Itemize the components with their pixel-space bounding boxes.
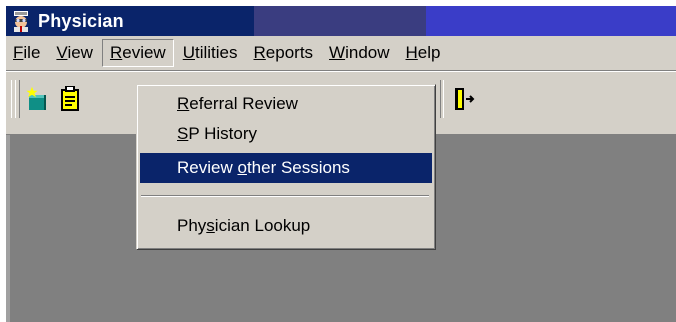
menu-item-referral-review[interactable]: Referral Review xyxy=(140,89,432,119)
workspace-edge xyxy=(6,135,10,322)
toolbar-separator xyxy=(440,80,444,118)
physician-app-icon xyxy=(10,10,32,32)
review-dropdown-menu: Referral Review SP History Review other … xyxy=(136,84,436,250)
menu-separator xyxy=(141,195,429,197)
menu-utilities[interactable]: Utilities xyxy=(176,39,245,67)
window-title: Physician xyxy=(38,10,124,31)
new-record-icon xyxy=(25,86,51,117)
menu-bar: File View Review Utilities Reports Windo… xyxy=(6,36,676,71)
menu-window[interactable]: Window xyxy=(322,39,396,67)
menu-review[interactable]: Review xyxy=(101,39,174,67)
exit-button[interactable] xyxy=(450,86,478,116)
menu-help[interactable]: Help xyxy=(399,39,448,67)
exit-door-icon xyxy=(451,85,477,118)
menu-view[interactable]: View xyxy=(49,39,100,67)
title-bar[interactable]: Physician xyxy=(6,6,676,36)
clipboard-button[interactable] xyxy=(56,85,84,118)
menu-file[interactable]: File xyxy=(6,39,47,67)
new-record-button[interactable] xyxy=(24,86,52,116)
menu-item-review-other-sessions[interactable]: Review other Sessions xyxy=(140,153,432,183)
app-window: Physician File View Review Utilities Rep… xyxy=(6,6,676,322)
menu-item-physician-lookup[interactable]: Physician Lookup xyxy=(140,211,432,241)
menu-item-sp-history[interactable]: SP History xyxy=(140,119,432,149)
toolbar-grip-inner[interactable] xyxy=(15,80,20,118)
menu-reports[interactable]: Reports xyxy=(247,39,321,67)
clipboard-icon xyxy=(58,85,82,118)
